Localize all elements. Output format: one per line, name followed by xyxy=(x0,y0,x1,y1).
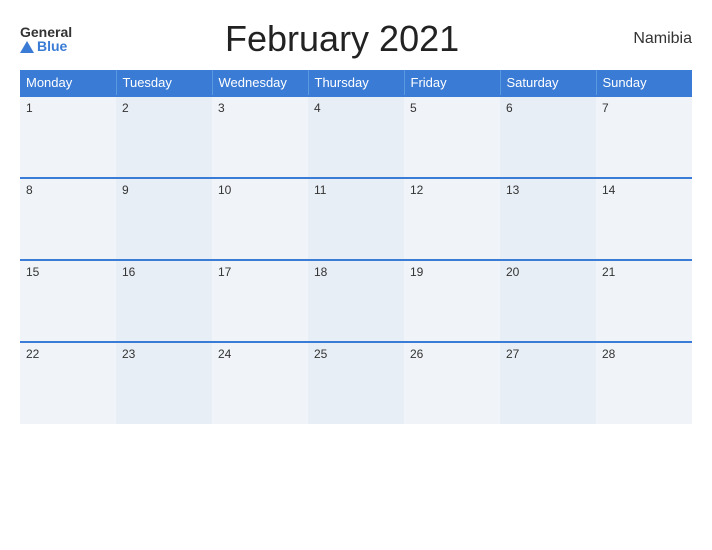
col-wednesday: Wednesday xyxy=(212,70,308,96)
calendar-title: February 2021 xyxy=(72,18,612,60)
col-monday: Monday xyxy=(20,70,116,96)
calendar-day-1: 1 xyxy=(20,96,116,178)
day-number: 13 xyxy=(506,183,519,197)
calendar-day-26: 26 xyxy=(404,342,500,424)
day-number: 26 xyxy=(410,347,423,361)
day-number: 3 xyxy=(218,101,225,115)
logo-blue-text: Blue xyxy=(20,39,67,53)
day-number: 18 xyxy=(314,265,327,279)
calendar-day-16: 16 xyxy=(116,260,212,342)
day-number: 5 xyxy=(410,101,417,115)
calendar-week-2: 8 9 10 11 12 13 14 xyxy=(20,178,692,260)
calendar-day-23: 23 xyxy=(116,342,212,424)
day-number: 16 xyxy=(122,265,135,279)
day-number: 19 xyxy=(410,265,423,279)
col-sunday: Sunday xyxy=(596,70,692,96)
day-number: 25 xyxy=(314,347,327,361)
day-number: 21 xyxy=(602,265,615,279)
calendar-day-10: 10 xyxy=(212,178,308,260)
logo: General Blue xyxy=(20,25,72,53)
calendar-day-25: 25 xyxy=(308,342,404,424)
calendar-day-22: 22 xyxy=(20,342,116,424)
col-friday: Friday xyxy=(404,70,500,96)
calendar-day-28: 28 xyxy=(596,342,692,424)
calendar-day-15: 15 xyxy=(20,260,116,342)
col-thursday: Thursday xyxy=(308,70,404,96)
calendar-day-3: 3 xyxy=(212,96,308,178)
calendar-day-18: 18 xyxy=(308,260,404,342)
calendar-week-3: 15 16 17 18 19 20 21 xyxy=(20,260,692,342)
day-number: 4 xyxy=(314,101,321,115)
day-number: 11 xyxy=(314,183,326,197)
calendar-day-6: 6 xyxy=(500,96,596,178)
day-number: 6 xyxy=(506,101,513,115)
day-number: 7 xyxy=(602,101,609,115)
calendar-header: Monday Tuesday Wednesday Thursday Friday… xyxy=(20,70,692,96)
day-number: 28 xyxy=(602,347,615,361)
calendar-day-4: 4 xyxy=(308,96,404,178)
calendar-day-11: 11 xyxy=(308,178,404,260)
col-saturday: Saturday xyxy=(500,70,596,96)
day-number: 14 xyxy=(602,183,615,197)
logo-general-text: General xyxy=(20,25,72,39)
calendar-day-27: 27 xyxy=(500,342,596,424)
day-number: 2 xyxy=(122,101,129,115)
calendar-day-9: 9 xyxy=(116,178,212,260)
calendar-day-13: 13 xyxy=(500,178,596,260)
day-number: 10 xyxy=(218,183,231,197)
calendar-week-4: 22 23 24 25 26 27 28 xyxy=(20,342,692,424)
day-number: 23 xyxy=(122,347,135,361)
calendar-day-20: 20 xyxy=(500,260,596,342)
day-number: 12 xyxy=(410,183,423,197)
day-number: 17 xyxy=(218,265,231,279)
col-tuesday: Tuesday xyxy=(116,70,212,96)
day-number: 27 xyxy=(506,347,519,361)
calendar-table: Monday Tuesday Wednesday Thursday Friday… xyxy=(20,70,692,424)
calendar-body: 1234567891011121314151617181920212223242… xyxy=(20,96,692,424)
logo-triangle-icon xyxy=(20,41,34,53)
calendar-day-19: 19 xyxy=(404,260,500,342)
calendar-day-17: 17 xyxy=(212,260,308,342)
calendar-header-row: Monday Tuesday Wednesday Thursday Friday… xyxy=(20,70,692,96)
day-number: 1 xyxy=(26,101,33,115)
calendar-day-5: 5 xyxy=(404,96,500,178)
calendar-day-21: 21 xyxy=(596,260,692,342)
calendar-day-7: 7 xyxy=(596,96,692,178)
day-number: 9 xyxy=(122,183,129,197)
day-number: 22 xyxy=(26,347,39,361)
day-number: 20 xyxy=(506,265,519,279)
calendar-day-24: 24 xyxy=(212,342,308,424)
day-number: 8 xyxy=(26,183,33,197)
calendar-day-2: 2 xyxy=(116,96,212,178)
calendar-day-14: 14 xyxy=(596,178,692,260)
day-number: 24 xyxy=(218,347,231,361)
calendar-day-8: 8 xyxy=(20,178,116,260)
calendar-day-12: 12 xyxy=(404,178,500,260)
day-number: 15 xyxy=(26,265,39,279)
country-label: Namibia xyxy=(612,30,692,48)
calendar-week-1: 1 2 3 4 5 6 7 xyxy=(20,96,692,178)
page: General Blue February 2021 Namibia Monda… xyxy=(0,0,712,550)
header: General Blue February 2021 Namibia xyxy=(20,18,692,60)
